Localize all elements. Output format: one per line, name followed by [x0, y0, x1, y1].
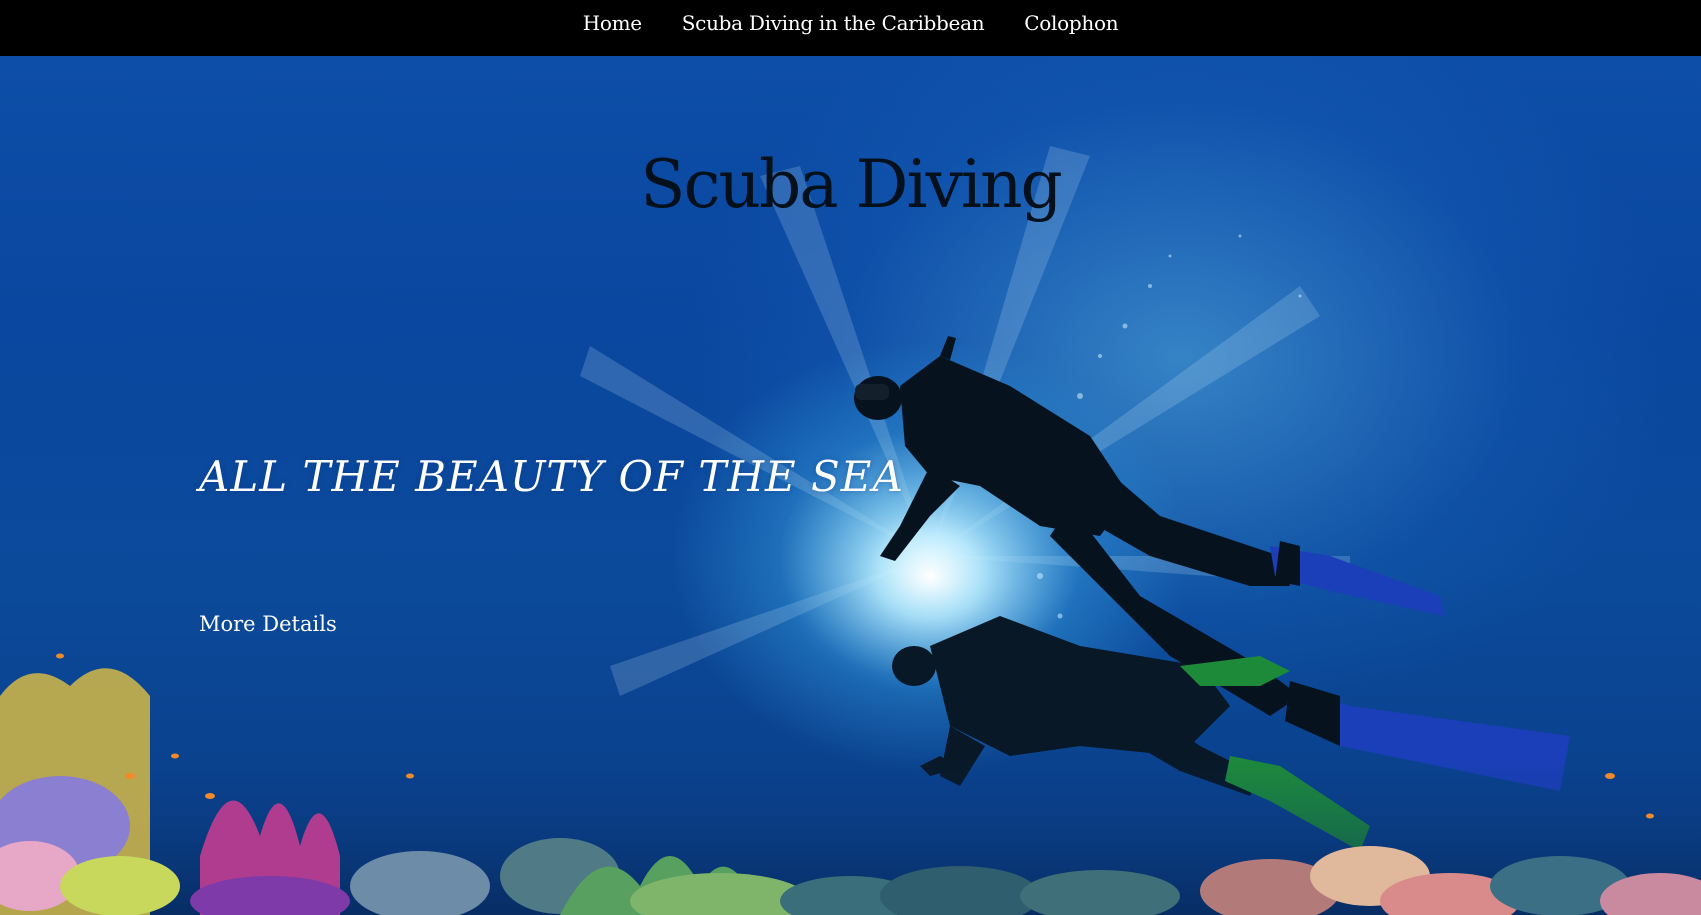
page-title: Scuba Diving	[640, 146, 1062, 223]
nav-link-scuba-diving-caribbean[interactable]: Scuba Diving in the Caribbean	[682, 11, 985, 35]
more-details-link[interactable]: More Details	[199, 612, 337, 636]
nav-link-home[interactable]: Home	[583, 11, 642, 35]
top-navigation-bar: Home Scuba Diving in the Caribbean Colop…	[0, 0, 1701, 56]
nav-item-caribbean: Scuba Diving in the Caribbean	[682, 11, 985, 35]
nav-menu: Home Scuba Diving in the Caribbean Colop…	[0, 0, 1701, 56]
hero-tagline: ALL THE BEAUTY OF THE SEA	[199, 452, 904, 501]
hero-banner: Scuba Diving ALL THE BEAUTY OF THE SEA M…	[0, 56, 1701, 915]
nav-item-home: Home	[583, 11, 642, 35]
nav-link-colophon[interactable]: Colophon	[1024, 11, 1118, 35]
nav-item-colophon: Colophon	[1024, 11, 1118, 35]
